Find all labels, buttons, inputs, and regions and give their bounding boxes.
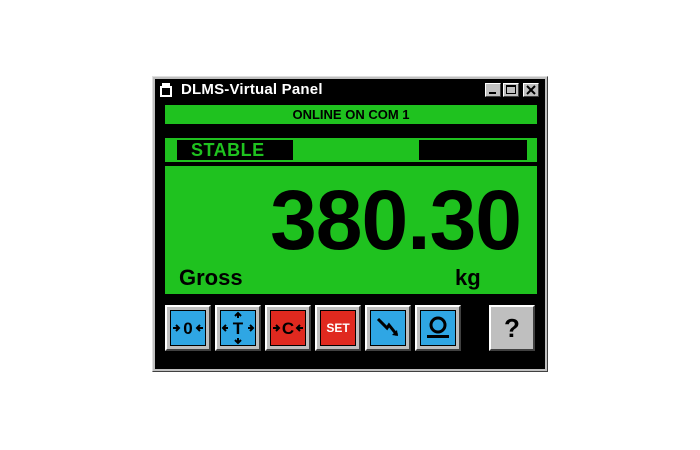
tare-icon: T	[221, 311, 255, 345]
app-icon	[160, 83, 172, 97]
zero-symbol: 0	[183, 319, 192, 338]
scale-icon	[427, 316, 449, 338]
minimize-button[interactable]	[485, 83, 501, 97]
print-button[interactable]	[365, 305, 411, 351]
maximize-icon	[506, 85, 516, 94]
minimize-icon	[489, 92, 496, 94]
set-button[interactable]: SET	[315, 305, 361, 351]
weight-display: 380.30 Gross kg	[165, 166, 537, 294]
clear-icon: C	[273, 319, 303, 338]
tare-button[interactable]: T	[215, 305, 261, 351]
stability-bar: STABLE	[165, 138, 537, 162]
weight-mode: Gross	[179, 265, 243, 290]
connection-status: ONLINE ON COM 1	[165, 105, 537, 124]
close-icon	[526, 85, 536, 95]
zero-icon: 0	[173, 319, 203, 338]
clear-button[interactable]: C	[265, 305, 311, 351]
set-label: SET	[326, 321, 350, 335]
stable-indicator: STABLE	[177, 140, 293, 160]
window-title: DLMS-Virtual Panel	[181, 81, 323, 98]
clear-symbol: C	[282, 319, 294, 338]
zero-button[interactable]: 0	[165, 305, 211, 351]
set-icon: SET	[320, 310, 356, 346]
scale-button[interactable]	[415, 305, 461, 351]
print-arrow-icon	[376, 317, 399, 336]
close-button[interactable]	[523, 83, 539, 97]
weight-unit: kg	[455, 265, 481, 290]
help-label: ?	[504, 312, 520, 343]
status-indicator-slot	[419, 140, 527, 160]
title-bar[interactable]: DLMS-Virtual Panel	[155, 79, 545, 101]
maximize-button[interactable]	[503, 83, 519, 97]
dlms-virtual-panel-window: DLMS-Virtual Panel ONLINE ON COM 1 STABL…	[152, 76, 548, 372]
indicator-panel: ONLINE ON COM 1 STABLE 380.30 Gross kg 0	[155, 101, 545, 369]
tare-symbol: T	[233, 319, 244, 338]
help-button[interactable]: ?	[489, 305, 535, 351]
question-icon: ?	[494, 310, 530, 346]
weight-value: 380.30	[270, 173, 522, 267]
